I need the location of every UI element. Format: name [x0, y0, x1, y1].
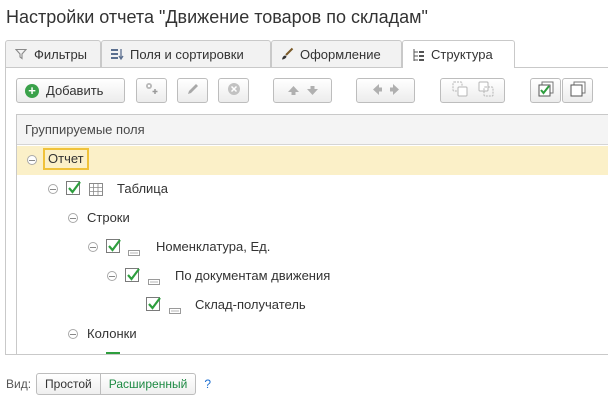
- add-button-label: Добавить: [46, 83, 104, 98]
- plus-icon: +: [25, 83, 39, 98]
- tree-row-report[interactable]: Отчет: [17, 146, 608, 175]
- copy-button[interactable]: [562, 78, 593, 103]
- edit-button[interactable]: [177, 78, 208, 103]
- move-up-icon[interactable]: [287, 83, 299, 98]
- column-header: Группируемые поля: [17, 115, 608, 145]
- tree-row-label: Строки: [87, 210, 130, 225]
- tree-row-rows[interactable]: Строки: [17, 204, 608, 233]
- help-link[interactable]: ?: [204, 377, 211, 391]
- tree-row-columns[interactable]: Колонки: [17, 320, 608, 349]
- add-button[interactable]: + Добавить: [16, 78, 125, 103]
- move-down-icon[interactable]: [306, 83, 318, 98]
- move-up-down-group: [273, 78, 332, 103]
- field-icon: [148, 273, 160, 288]
- tree-row-warehouse[interactable]: Склад-получатель: [17, 291, 608, 320]
- tab-filters-label: Фильтры: [34, 46, 88, 62]
- page-title: Настройки отчета "Движение товаров по ск…: [6, 7, 428, 27]
- tree-row-nomenclature[interactable]: Номенклатура, Ед.: [17, 233, 608, 262]
- copy-icon: [570, 81, 586, 100]
- structure-icon: [411, 48, 425, 62]
- tree-row-partial: [17, 349, 608, 354]
- tab-fields-sorting[interactable]: Поля и сортировки: [101, 40, 271, 67]
- collapse-toggle-icon[interactable]: [88, 242, 98, 252]
- move-left-icon[interactable]: [372, 83, 382, 98]
- tree-row-label: По документам движения: [175, 268, 331, 283]
- collapse-toggle-icon[interactable]: [68, 213, 78, 223]
- check-all-icon: [538, 81, 554, 100]
- tab-structure-label: Структура: [431, 47, 493, 62]
- tab-structure[interactable]: Структура: [402, 40, 515, 68]
- view-switcher: Вид: Простой Расширенный ?: [6, 373, 211, 395]
- tree-row-label: Номенклатура, Ед.: [156, 239, 271, 254]
- delete-icon: [227, 82, 241, 99]
- view-advanced-button[interactable]: Расширенный: [100, 373, 197, 395]
- collapse-toggle-icon[interactable]: [48, 184, 58, 194]
- row-checkbox[interactable]: [125, 268, 140, 282]
- add-grouping-button[interactable]: [136, 78, 167, 103]
- edit-pencil-icon: [186, 82, 200, 99]
- row-checkbox[interactable]: [106, 239, 121, 253]
- collapse-toggle-icon[interactable]: [107, 271, 117, 281]
- tree-row-documents[interactable]: По документам движения: [17, 262, 608, 291]
- move-left-right-group: [356, 78, 415, 103]
- tree-row-table[interactable]: Таблица: [17, 175, 608, 204]
- group-ungroup-group: [440, 78, 505, 103]
- structure-tree: Группируемые поля Отчет Таблица Строки Н…: [16, 114, 608, 355]
- row-checkbox-partial: [106, 352, 120, 354]
- add-grouping-icon: [144, 81, 160, 100]
- field-icon: [169, 302, 181, 317]
- check-all-button[interactable]: [530, 78, 561, 103]
- tree-row-label: Колонки: [87, 326, 137, 341]
- view-simple-button[interactable]: Простой: [36, 373, 101, 395]
- collapse-toggle-icon[interactable]: [27, 155, 37, 165]
- brush-icon: [280, 47, 294, 61]
- move-right-icon[interactable]: [389, 83, 399, 98]
- collapse-toggle-icon[interactable]: [68, 329, 78, 339]
- fields-icon: [110, 47, 124, 61]
- row-checkbox[interactable]: [146, 297, 161, 311]
- tree-row-label: Отчет: [43, 148, 89, 170]
- tree-row-label: Склад-получатель: [195, 297, 306, 312]
- delete-button[interactable]: [218, 78, 249, 103]
- tab-fields-label: Поля и сортировки: [130, 46, 244, 62]
- funnel-icon: [14, 47, 28, 61]
- tab-filters[interactable]: Фильтры: [5, 40, 101, 67]
- tree-row-label: Таблица: [117, 181, 168, 196]
- field-icon: [128, 244, 140, 259]
- tab-appearance-label: Оформление: [300, 46, 381, 62]
- tab-appearance[interactable]: Оформление: [271, 40, 402, 67]
- row-checkbox[interactable]: [66, 181, 81, 195]
- table-icon: [89, 183, 103, 199]
- ungroup-icon[interactable]: [478, 81, 494, 100]
- view-label: Вид:: [6, 377, 32, 391]
- group-icon[interactable]: [452, 81, 468, 100]
